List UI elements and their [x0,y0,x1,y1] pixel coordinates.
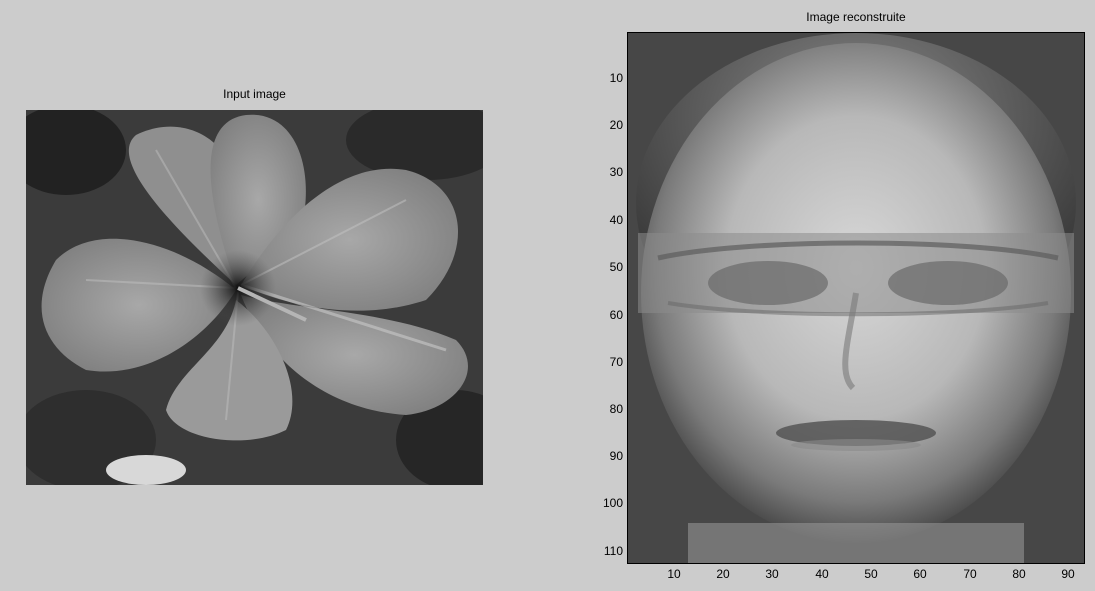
x-tick-label: 10 [667,567,681,581]
x-tick-label: 70 [963,567,977,581]
y-tick-label: 70 [609,355,623,369]
figure-window: Input image Image reconstruite 10 20 30 … [0,0,1095,591]
y-tick-label: 40 [609,213,623,227]
x-tick-label: 20 [716,567,730,581]
x-tick-label: 50 [864,567,878,581]
x-tick-label: 80 [1012,567,1026,581]
x-tick-label: 90 [1061,567,1075,581]
x-tick-label: 60 [913,567,927,581]
y-tick-label: 90 [609,449,623,463]
left-axes-title: Input image [223,87,286,101]
y-tick-label: 80 [609,402,623,416]
right-axes-title: Image reconstruite [806,10,906,24]
y-tick-label: 50 [609,260,623,274]
y-tick-label: 60 [609,308,623,322]
input-image [26,110,483,485]
face-image [628,33,1084,563]
y-tick-label: 30 [609,165,623,179]
flower-image [26,110,483,485]
x-tick-label: 30 [765,567,779,581]
reconstructed-image [627,32,1085,564]
y-tick-label: 20 [609,118,623,132]
y-tick-label: 100 [602,496,623,510]
y-tick-label: 110 [603,544,623,558]
y-tick-label: 10 [609,71,623,85]
x-tick-label: 40 [815,567,829,581]
